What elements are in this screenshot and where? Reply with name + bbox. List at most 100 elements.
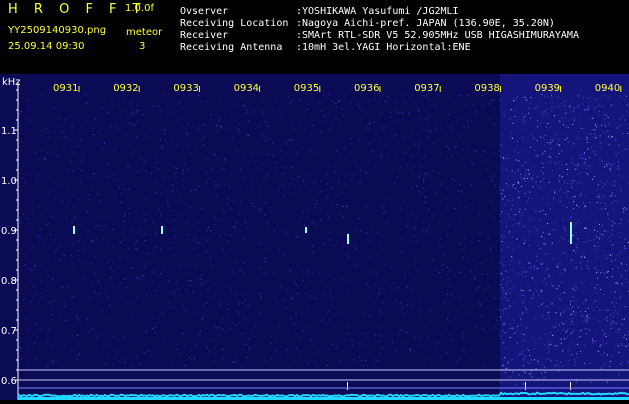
noise-pixel xyxy=(194,241,195,242)
noise-pixel xyxy=(71,197,72,198)
noise-pixel xyxy=(232,269,233,270)
noise-pixel-bright xyxy=(520,354,521,355)
noise-pixel-bright xyxy=(607,214,608,215)
noise-pixel xyxy=(627,111,628,112)
noise-pixel-bright xyxy=(607,320,608,321)
noise-pixel-bright xyxy=(608,271,609,272)
noise-pixel-bright xyxy=(532,297,533,298)
noise-pixel xyxy=(543,111,544,112)
noise-pixel-bright xyxy=(612,192,613,193)
noise-pixel xyxy=(141,231,142,232)
noise-pixel-bright xyxy=(564,292,565,293)
noise-pixel xyxy=(508,308,509,309)
noise-pixel-bright xyxy=(587,265,588,266)
noise-pixel-bright xyxy=(561,343,562,344)
noise-pixel-bright xyxy=(571,354,572,355)
noise-pixel xyxy=(64,306,65,307)
noise-pixel xyxy=(343,115,344,116)
noise-pixel-bright xyxy=(543,163,544,164)
noise-pixel xyxy=(23,166,24,167)
noise-pixel xyxy=(42,266,43,267)
noise-pixel xyxy=(619,118,620,119)
noise-pixel xyxy=(66,119,67,120)
noise-pixel xyxy=(259,123,260,124)
noise-pixel xyxy=(499,263,500,264)
noise-pixel xyxy=(397,176,398,177)
noise-pixel xyxy=(423,179,424,180)
noise-pixel-bright xyxy=(523,365,524,366)
noise-pixel-bright xyxy=(612,276,613,277)
noise-pixel xyxy=(500,214,501,215)
noise-pixel xyxy=(164,129,165,130)
noise-pixel xyxy=(102,107,103,108)
noise-pixel xyxy=(521,274,522,275)
noise-pixel xyxy=(503,168,504,169)
noise-pixel xyxy=(447,199,448,200)
noise-pixel xyxy=(566,321,567,322)
noise-pixel xyxy=(327,365,328,366)
noise-pixel xyxy=(452,295,453,296)
noise-pixel xyxy=(276,112,277,113)
noise-pixel xyxy=(67,284,68,285)
noise-pixel xyxy=(283,300,284,301)
noise-pixel-bright xyxy=(545,372,546,373)
noise-pixel xyxy=(499,180,500,181)
noise-pixel xyxy=(265,141,266,142)
noise-pixel xyxy=(340,314,341,315)
noise-pixel xyxy=(352,175,353,176)
noise-pixel xyxy=(511,209,512,210)
noise-pixel xyxy=(375,99,376,100)
noise-pixel xyxy=(416,219,417,220)
noise-pixel xyxy=(523,295,524,296)
noise-pixel xyxy=(174,255,175,256)
noise-pixel xyxy=(615,181,616,182)
noise-pixel-bright xyxy=(549,156,550,157)
noise-pixel xyxy=(98,280,99,281)
noise-pixel xyxy=(112,287,113,288)
noise-pixel xyxy=(618,308,619,309)
noise-pixel xyxy=(546,103,547,104)
noise-pixel xyxy=(248,120,249,121)
noise-pixel-bright xyxy=(550,142,551,143)
noise-pixel xyxy=(110,344,111,345)
noise-pixel xyxy=(237,104,238,105)
noise-pixel-bright xyxy=(528,113,529,114)
noise-pixel xyxy=(235,361,236,362)
noise-pixel xyxy=(459,272,460,273)
noise-pixel-bright xyxy=(516,160,517,161)
noise-pixel xyxy=(335,118,336,119)
noise-pixel-bright xyxy=(572,162,573,163)
noise-pixel-bright xyxy=(604,231,605,232)
noise-pixel xyxy=(383,302,384,303)
noise-pixel xyxy=(85,95,86,96)
noise-pixel xyxy=(350,102,351,103)
noise-pixel xyxy=(613,316,614,317)
noise-pixel xyxy=(511,132,512,133)
noise-pixel xyxy=(242,293,243,294)
noise-pixel xyxy=(141,158,142,159)
noise-pixel-bright xyxy=(540,137,541,138)
noise-pixel-bright xyxy=(512,328,513,329)
noise-pixel xyxy=(412,156,413,157)
noise-pixel xyxy=(254,326,255,327)
noise-pixel-bright xyxy=(505,372,506,373)
noise-pixel xyxy=(359,107,360,108)
noise-pixel-bright xyxy=(607,272,608,273)
noise-pixel xyxy=(182,333,183,334)
noise-pixel xyxy=(232,200,233,201)
noise-pixel xyxy=(131,116,132,117)
noise-pixel xyxy=(520,315,521,316)
noise-pixel-bright xyxy=(561,362,562,363)
noise-pixel xyxy=(496,356,497,357)
noise-pixel xyxy=(216,327,217,328)
noise-pixel xyxy=(610,241,611,242)
noise-pixel xyxy=(30,119,31,120)
noise-pixel xyxy=(104,143,105,144)
noise-pixel xyxy=(613,209,614,210)
noise-pixel xyxy=(238,270,239,271)
noise-pixel xyxy=(398,287,399,288)
noise-pixel xyxy=(522,295,523,296)
noise-pixel xyxy=(124,216,125,217)
noise-pixel xyxy=(220,322,221,323)
noise-pixel xyxy=(222,168,223,169)
